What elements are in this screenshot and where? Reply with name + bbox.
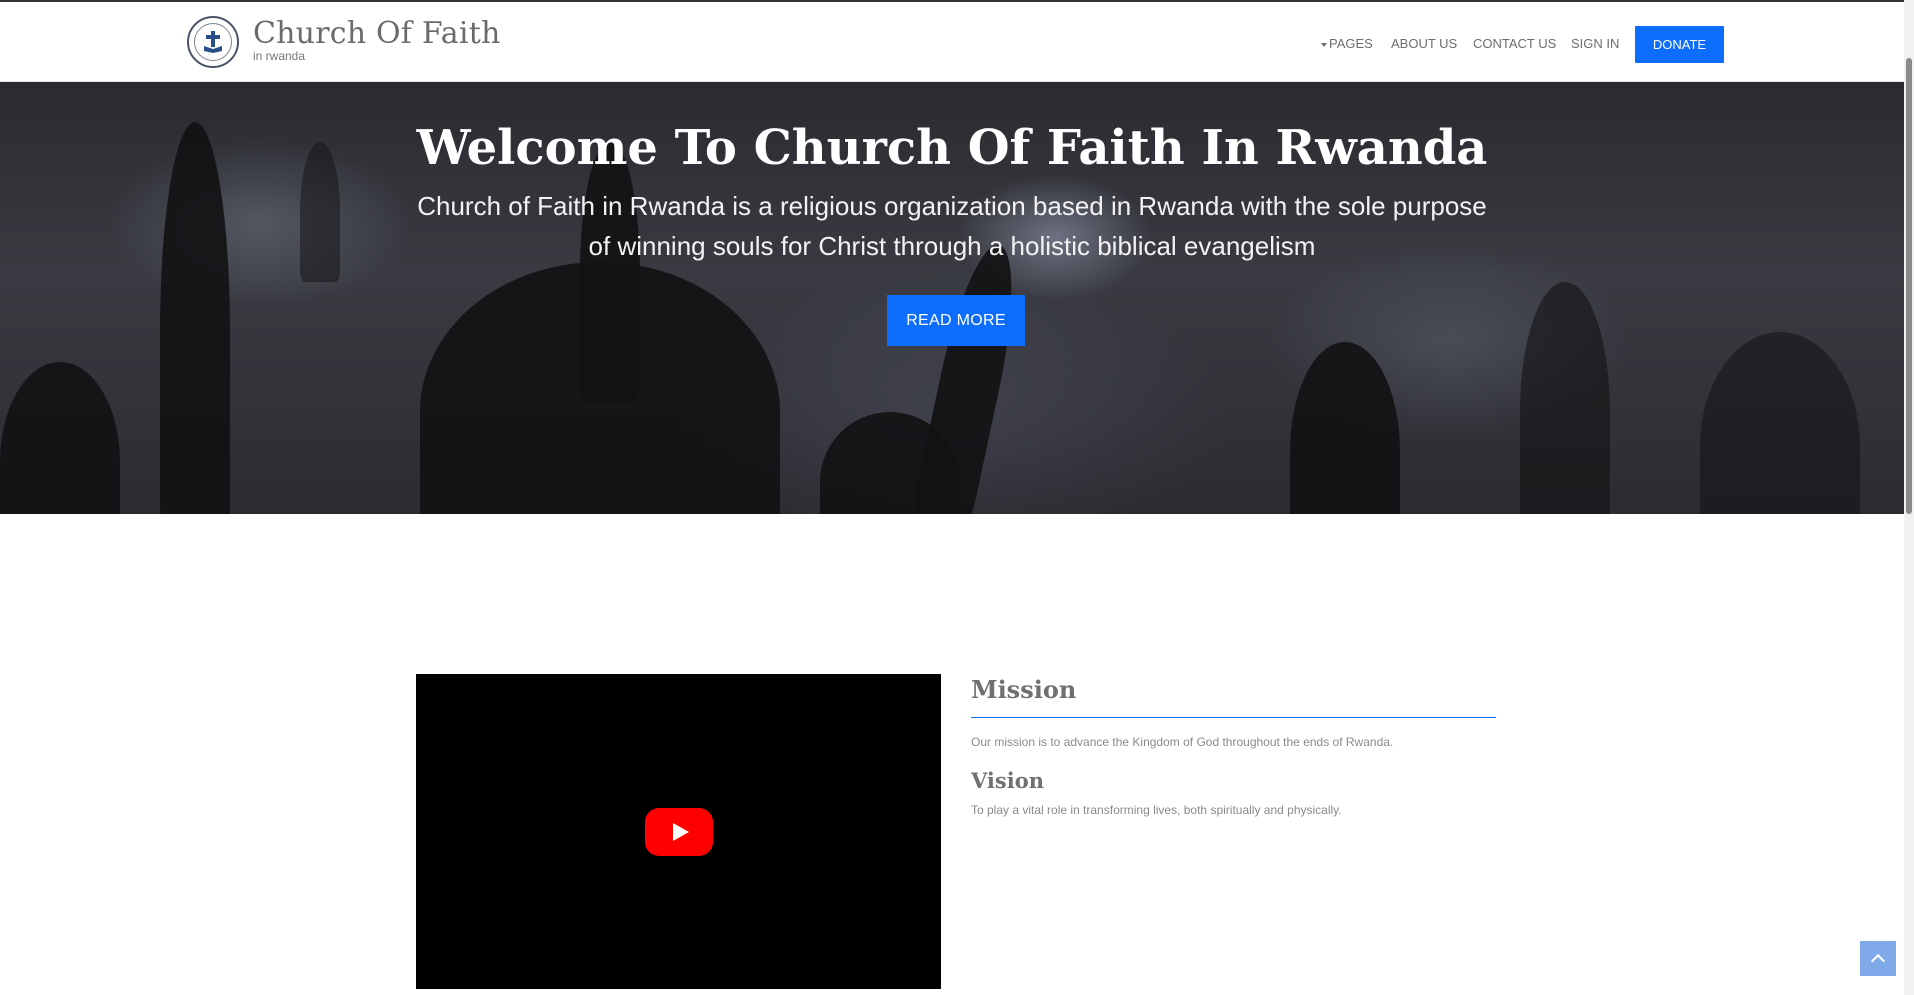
logo-emblem <box>194 23 232 61</box>
mission-heading: Mission <box>971 675 1077 704</box>
nav-contact-us[interactable]: Contact us <box>1473 36 1556 51</box>
mission-divider <box>971 717 1496 718</box>
silhouette-head <box>0 362 120 514</box>
donate-button[interactable]: Donate <box>1635 26 1724 63</box>
silhouette-head <box>1290 342 1400 514</box>
nav-about-us[interactable]: About us <box>1391 36 1457 51</box>
silhouette-head <box>1520 282 1610 514</box>
hero-description: Church of Faith in Rwanda is a religious… <box>417 191 1487 261</box>
chevron-up-icon <box>1870 953 1886 969</box>
youtube-play-icon[interactable] <box>645 808 713 856</box>
brand-title[interactable]: Church Of Faith <box>253 16 500 51</box>
back-to-top-button[interactable] <box>1860 941 1896 976</box>
read-more-button[interactable]: Read more <box>887 295 1025 346</box>
cross-book-icon <box>204 31 222 53</box>
hero-banner: Welcome To Church Of Faith In Rwanda Chu… <box>0 82 1904 514</box>
silhouette-head <box>1700 332 1860 514</box>
vision-heading: Vision <box>971 768 1044 793</box>
church-logo-icon[interactable] <box>187 16 239 68</box>
hero-title: Welcome To Church Of Faith In Rwanda <box>416 120 1488 176</box>
caret-down-icon <box>1321 42 1327 47</box>
nav-pages[interactable]: Pages <box>1321 36 1373 51</box>
site-header: Church Of Faith in rwanda Pages About us… <box>0 2 1914 82</box>
nav-pages-label: Pages <box>1329 36 1373 51</box>
play-triangle <box>673 823 689 841</box>
youtube-video-player[interactable] <box>416 674 941 989</box>
brand-subtitle: in rwanda <box>253 49 306 63</box>
silhouette-arm <box>580 142 640 402</box>
scrollbar-thumb[interactable] <box>1906 58 1912 514</box>
vision-text: To play a vital role in transforming liv… <box>971 803 1342 817</box>
mission-text: Our mission is to advance the Kingdom of… <box>971 735 1394 749</box>
silhouette-arm <box>160 122 230 514</box>
nav-sign-in[interactable]: Sign in <box>1571 36 1619 51</box>
